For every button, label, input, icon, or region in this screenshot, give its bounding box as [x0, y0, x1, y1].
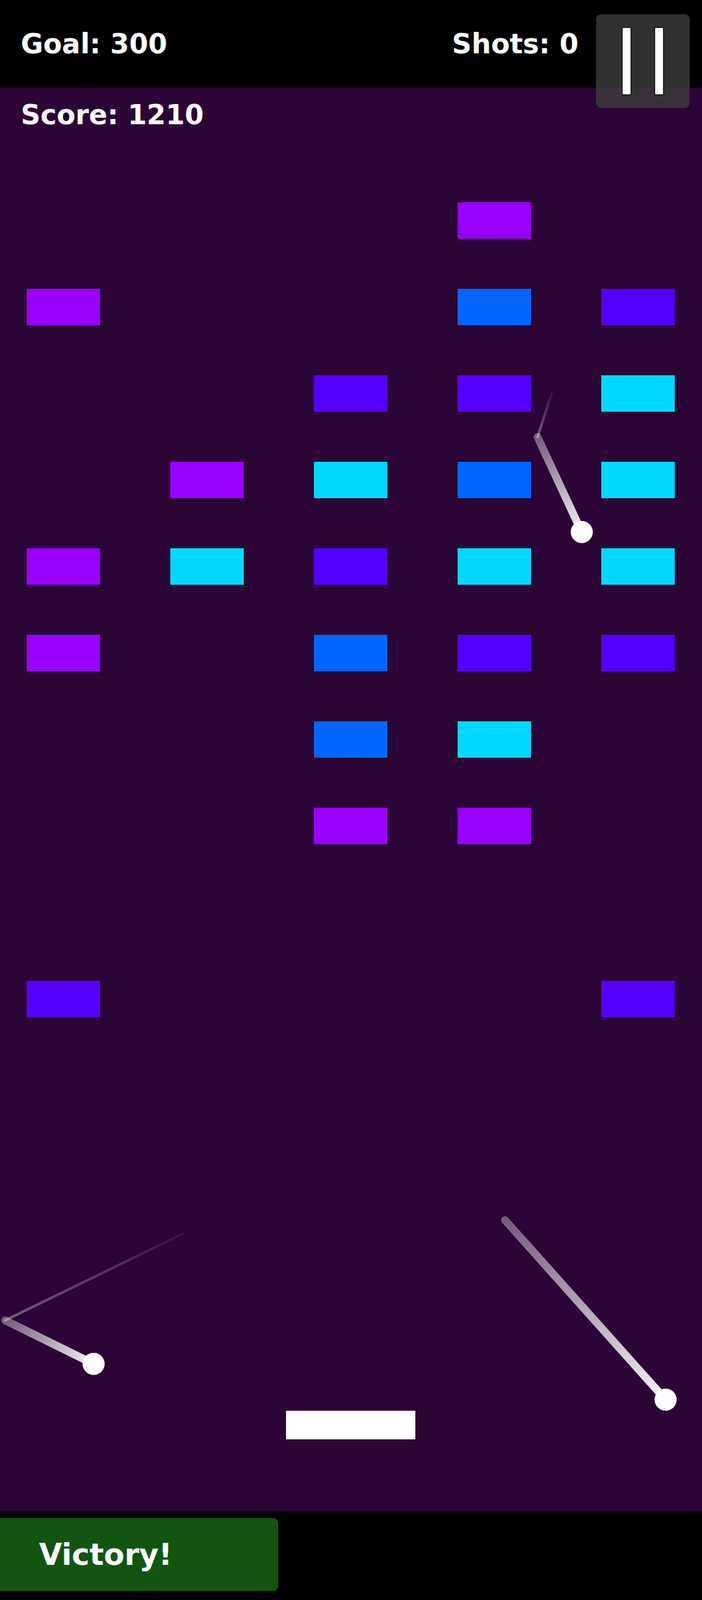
empty-cell [170, 375, 244, 412]
brick [457, 375, 532, 412]
pause-icon [621, 26, 632, 96]
empty-cell [26, 461, 101, 498]
ball-trail [5, 1319, 94, 1364]
empty-cell [601, 202, 675, 239]
empty-cell [601, 893, 675, 931]
empty-cell [26, 807, 101, 844]
pause-icon [653, 26, 665, 96]
brick [457, 720, 532, 758]
empty-cell [170, 634, 244, 671]
brick [457, 461, 532, 498]
game-board[interactable]: Score: 1210 [0, 87, 702, 1511]
empty-cell [170, 980, 244, 1017]
empty-cell [601, 807, 675, 844]
ball-body [82, 1352, 105, 1375]
brick [313, 547, 388, 585]
brick [457, 202, 532, 239]
brick [26, 288, 101, 325]
brick [26, 980, 101, 1017]
empty-cell [26, 202, 101, 239]
empty-cell [313, 202, 388, 239]
empty-cell [457, 980, 532, 1017]
empty-cell [313, 980, 388, 1017]
ball-trail [537, 436, 582, 532]
empty-cell [170, 720, 244, 758]
empty-cell [601, 720, 675, 758]
brick [313, 461, 388, 498]
goal-label: Goal: 300 [20, 27, 168, 62]
brick [313, 807, 388, 844]
ball [505, 1219, 677, 1410]
empty-cell [26, 893, 101, 931]
brick [457, 547, 532, 585]
empty-cell [457, 893, 532, 931]
ball-body [654, 1387, 677, 1410]
brick [601, 547, 675, 585]
brick [170, 547, 244, 585]
brick [313, 375, 388, 412]
brick [457, 807, 532, 844]
brick [457, 634, 532, 671]
bottom-bar: Victory! [0, 1510, 702, 1599]
brick [26, 634, 101, 671]
ball-trail [505, 1219, 666, 1399]
empty-cell [170, 202, 244, 239]
brick [601, 980, 675, 1017]
ball-layer [0, 87, 702, 1511]
shots-label: Shots: 0 [451, 27, 579, 62]
brick [313, 720, 388, 758]
ball-trail [5, 1232, 184, 1320]
empty-cell [313, 288, 388, 325]
empty-cell [26, 720, 101, 758]
game-screen: Goal: 300 Shots: 0 Score: 1210Victory! [0, 0, 702, 1599]
empty-cell [170, 893, 244, 931]
ball [537, 392, 593, 543]
brick [170, 461, 244, 498]
paddle[interactable] [286, 1409, 416, 1439]
brick [26, 547, 101, 585]
empty-cell [26, 375, 101, 412]
brick [601, 375, 675, 412]
ball [5, 1232, 184, 1375]
pause-button[interactable] [596, 14, 690, 108]
brick [601, 461, 675, 498]
victory-button[interactable]: Victory! [0, 1517, 279, 1590]
brick [457, 288, 532, 325]
empty-cell [170, 807, 244, 844]
ball-trail [537, 392, 552, 437]
brick [601, 288, 675, 325]
ball-body [570, 520, 593, 543]
empty-cell [313, 893, 388, 931]
empty-cell [170, 288, 244, 325]
brick [601, 634, 675, 671]
brick [313, 634, 388, 671]
brick-grid [0, 202, 702, 1017]
